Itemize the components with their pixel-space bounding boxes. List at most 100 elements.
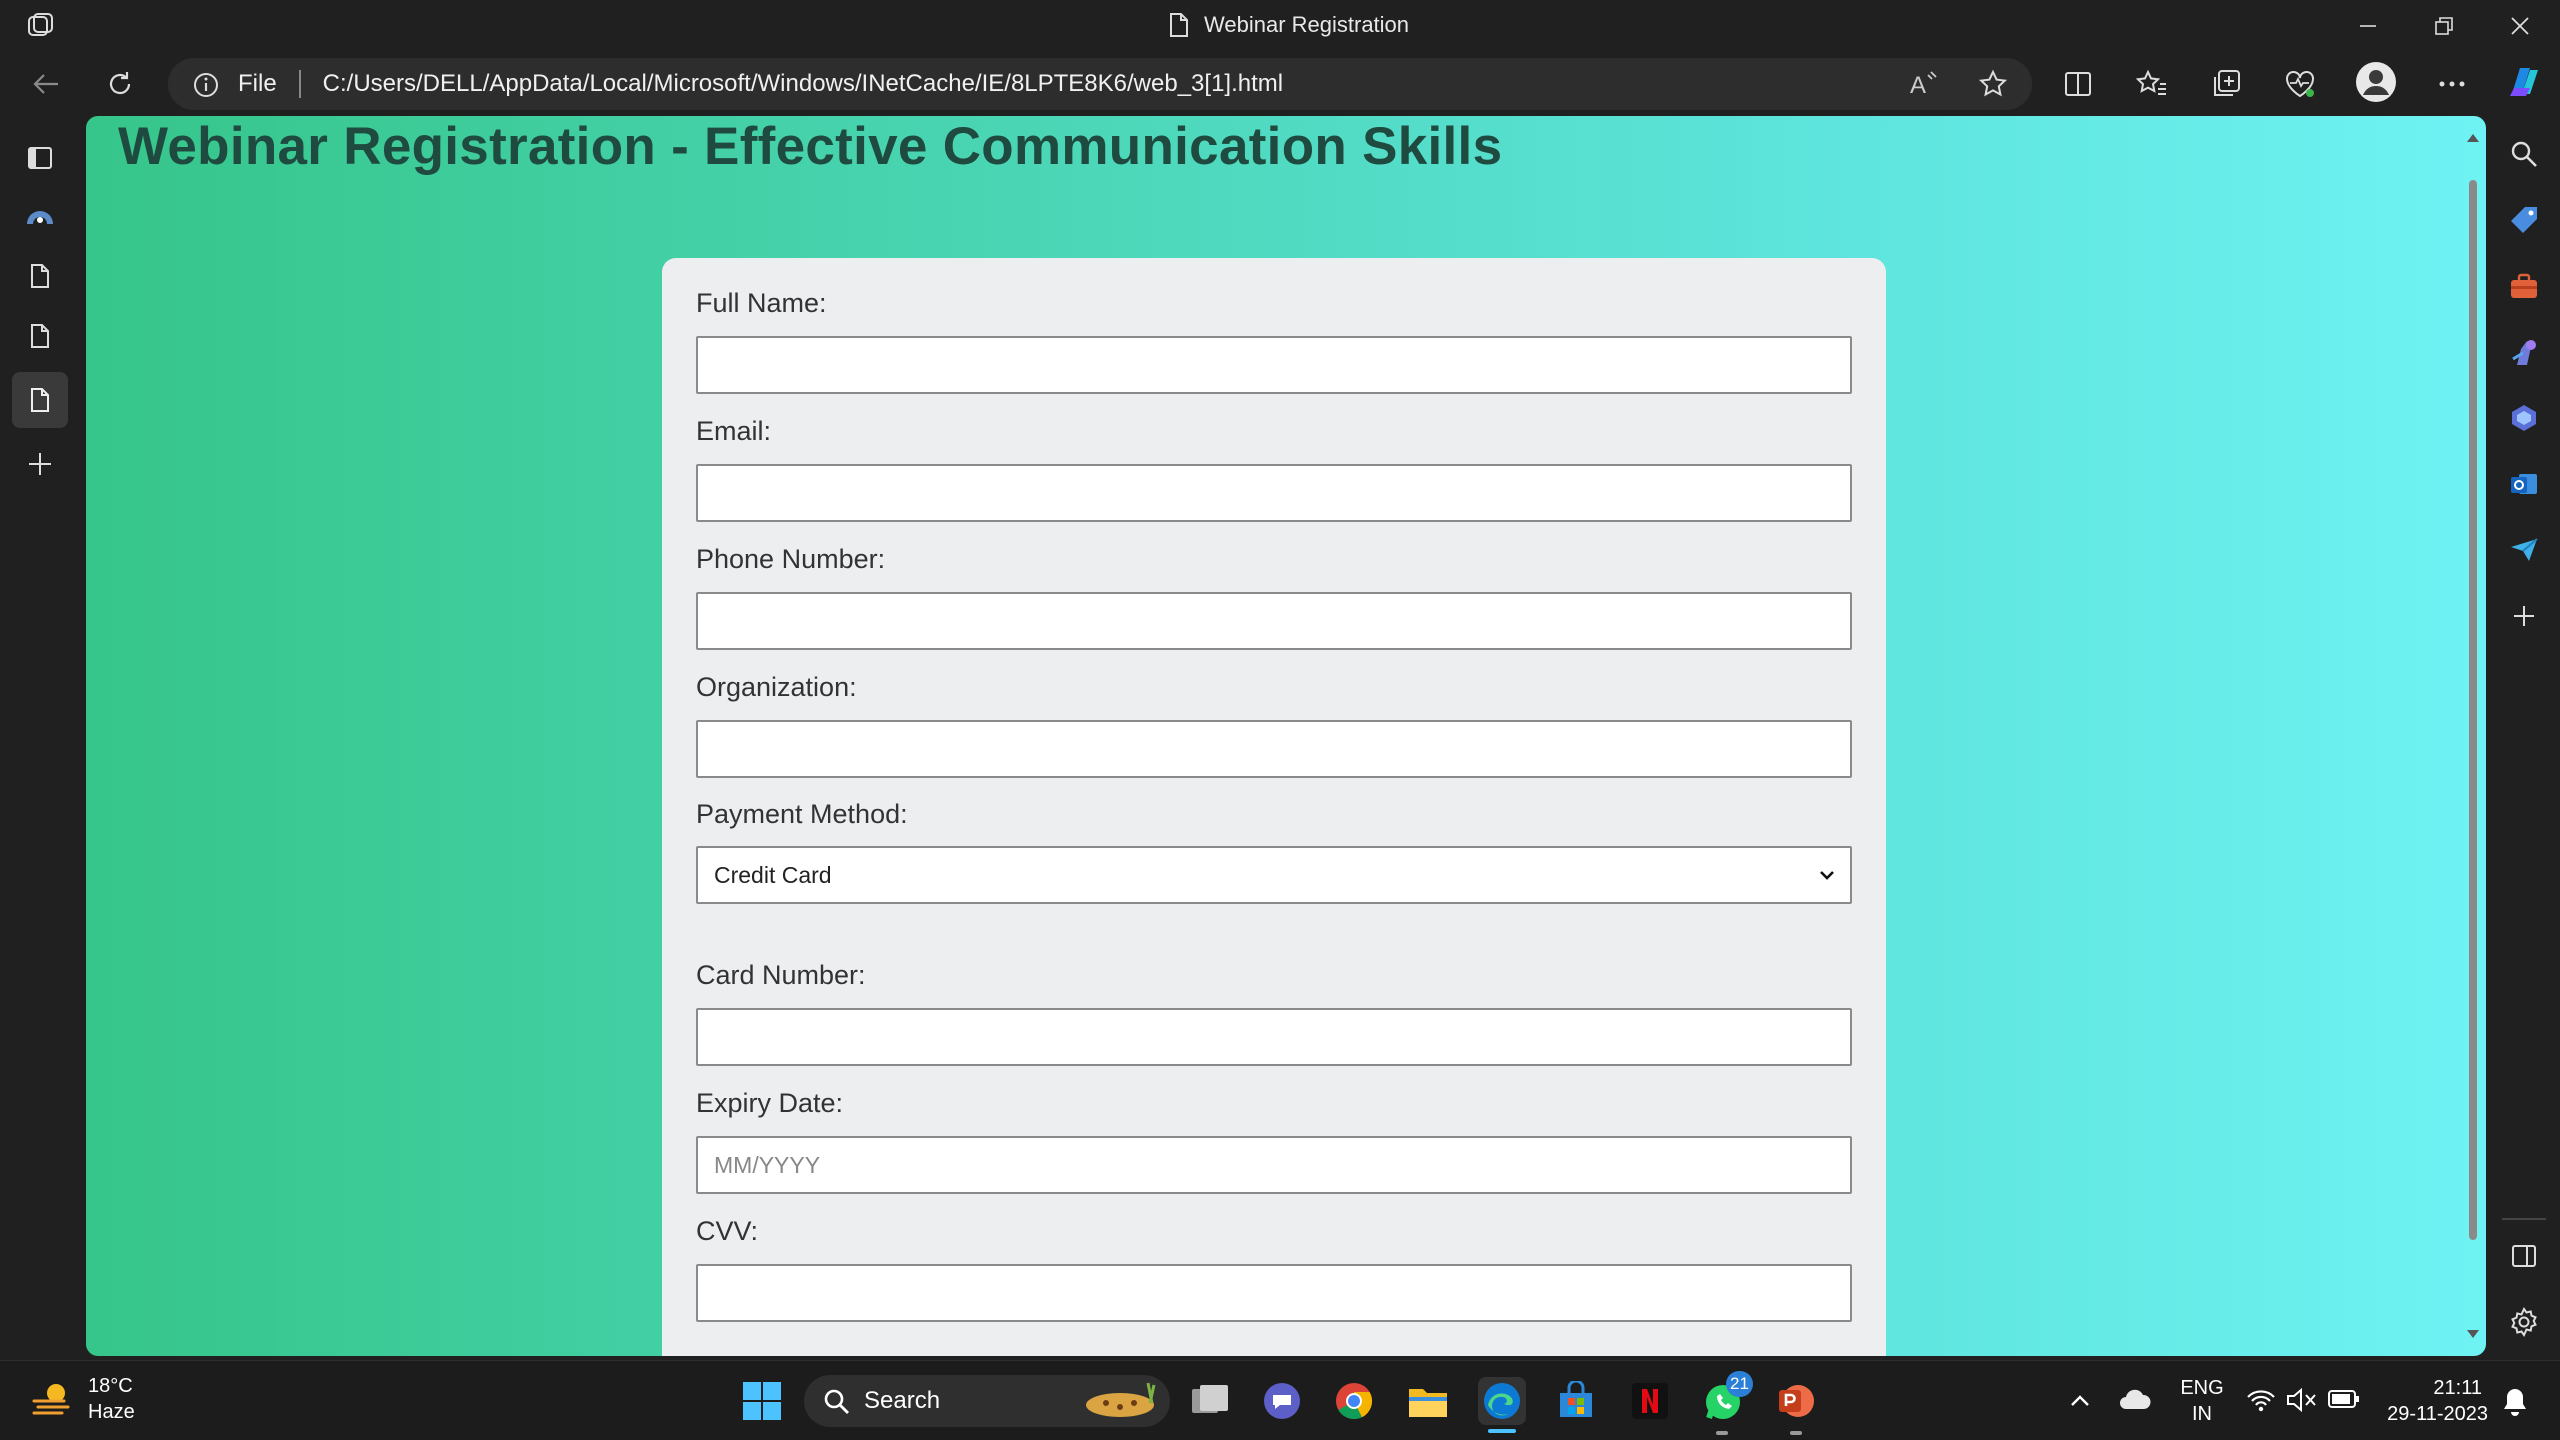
page-scrollbar[interactable]	[2462, 120, 2484, 1352]
powerpoint-running-indicator	[1790, 1431, 1802, 1435]
favorites-icon[interactable]	[2130, 62, 2174, 106]
clock-time: 21:11	[2433, 1377, 2482, 1399]
chevron-down-icon	[1816, 864, 1838, 886]
start-windows-icon[interactable]	[738, 1377, 786, 1425]
settings-gear-icon[interactable]	[2502, 1300, 2546, 1344]
page-title: Webinar Registration - Effective Communi…	[118, 117, 1503, 176]
volume-muted-icon[interactable]	[2286, 1387, 2318, 1413]
office-icon[interactable]	[2502, 396, 2546, 440]
minimize-button[interactable]	[2348, 8, 2388, 44]
keyboard-region: IN	[2192, 1403, 2212, 1425]
tab-actions-icon[interactable]	[18, 136, 62, 180]
new-tab-plus-icon[interactable]	[18, 442, 62, 486]
payment-method-label: Payment Method:	[696, 799, 908, 829]
cvv-label: CVV:	[696, 1216, 759, 1246]
organization-label: Organization:	[696, 672, 857, 702]
shopping-tag-icon[interactable]	[2502, 198, 2546, 242]
payment-method-select[interactable]: Credit Card	[696, 846, 1852, 904]
language-code: ENG	[2180, 1377, 2224, 1399]
whatsapp-running-indicator	[1716, 1431, 1728, 1435]
powerpoint-icon[interactable]	[1772, 1377, 1820, 1425]
weather-widget[interactable]: 18°C Haze	[30, 1373, 135, 1425]
back-arrow-icon[interactable]	[24, 62, 68, 106]
microsoft-store-icon[interactable]	[1552, 1377, 1600, 1425]
search-icon	[822, 1387, 850, 1415]
address-separator	[298, 70, 301, 98]
edge-tab-icon[interactable]	[18, 194, 62, 238]
title-bar: Webinar Registration	[0, 0, 2560, 52]
onedrive-cloud-icon[interactable]	[2118, 1387, 2152, 1411]
copilot-icon[interactable]	[2502, 60, 2546, 104]
protocol-label: File	[238, 70, 277, 97]
registration-form: Full Name: Email: Phone Number: Organiza…	[662, 258, 1886, 1356]
taskbar-search-label: Search	[864, 1387, 941, 1414]
edge-active-indicator	[1488, 1429, 1516, 1433]
file-explorer-icon[interactable]	[1404, 1377, 1452, 1425]
document-icon	[1168, 12, 1190, 38]
phone-number-label: Phone Number:	[696, 544, 886, 574]
expiry-date-label: Expiry Date:	[696, 1088, 844, 1118]
sidebar-divider	[2502, 1218, 2546, 1220]
email-label: Email:	[696, 416, 772, 446]
page-tab-icon[interactable]	[18, 314, 62, 358]
address-bar[interactable]: File C:/Users/DELL/AppData/Local/Microso…	[168, 58, 2032, 110]
window-title-text: Webinar Registration	[1204, 12, 1410, 37]
browser-essentials-icon[interactable]	[2278, 62, 2322, 106]
email-input[interactable]	[696, 464, 1852, 522]
add-icon[interactable]	[2502, 594, 2546, 638]
read-aloud-icon[interactable]: A	[1908, 69, 1940, 99]
card-number-label: Card Number:	[696, 960, 866, 990]
split-screen-icon[interactable]	[2056, 62, 2100, 106]
full-name-input[interactable]	[696, 336, 1852, 394]
search-highlight-illustration-icon	[1080, 1379, 1162, 1423]
card-number-input[interactable]	[696, 1008, 1852, 1066]
outlook-icon[interactable]	[2502, 462, 2546, 506]
taskbar-search-box[interactable]: Search	[804, 1375, 1170, 1427]
full-name-label: Full Name:	[696, 288, 827, 318]
close-button[interactable]	[2500, 8, 2540, 44]
page-tab-icon[interactable]	[18, 254, 62, 298]
phone-number-input[interactable]	[696, 592, 1852, 650]
window-title: Webinar Registration	[1168, 12, 1409, 38]
info-icon[interactable]	[192, 71, 220, 99]
task-view-icon[interactable]	[1186, 1377, 1234, 1425]
battery-icon[interactable]	[2328, 1389, 2360, 1409]
search-icon[interactable]	[2502, 132, 2546, 176]
show-hidden-icons-chevron-icon[interactable]	[2068, 1389, 2092, 1413]
weather-description: Haze	[88, 1401, 135, 1423]
sidebar-toggle-icon[interactable]	[2502, 1234, 2546, 1278]
chrome-icon[interactable]	[1330, 1377, 1378, 1425]
weather-temperature: 18°C	[88, 1375, 133, 1397]
restore-button[interactable]	[2424, 8, 2464, 44]
netflix-icon[interactable]	[1626, 1377, 1674, 1425]
language-indicator[interactable]: ENG IN	[2176, 1375, 2228, 1427]
page-tab-active-icon[interactable]	[12, 372, 68, 428]
clock[interactable]: 21:11 29-11-2023	[2378, 1375, 2488, 1427]
favorite-star-icon[interactable]	[1978, 69, 2008, 99]
svg-text:A: A	[1910, 72, 1926, 99]
clock-date: 29-11-2023	[2387, 1403, 2488, 1425]
more-options-icon[interactable]	[2430, 62, 2474, 106]
refresh-icon[interactable]	[98, 62, 142, 106]
collections-icon[interactable]	[2204, 62, 2248, 106]
page-viewport: Webinar Registration - Effective Communi…	[86, 116, 2486, 1356]
whatsapp-icon[interactable]: 21	[1700, 1371, 1753, 1425]
cvv-input[interactable]	[696, 1264, 1852, 1322]
tools-icon[interactable]	[2502, 264, 2546, 308]
vertical-tabs-bar	[0, 116, 84, 1360]
whatsapp-notification-badge: 21	[1726, 1371, 1753, 1397]
games-icon[interactable]	[2502, 330, 2546, 374]
windows-taskbar: 18°C Haze Search 21 ENG IN 21:11 29-11-2…	[0, 1360, 2560, 1440]
url-text[interactable]: C:/Users/DELL/AppData/Local/Microsoft/Wi…	[323, 70, 1283, 98]
teams-chat-icon[interactable]	[1258, 1377, 1306, 1425]
tab-actions-menu-icon[interactable]	[26, 12, 56, 40]
profile-icon[interactable]	[2354, 60, 2398, 104]
wifi-icon[interactable]	[2246, 1387, 2276, 1413]
organization-input[interactable]	[696, 720, 1852, 778]
expiry-date-input[interactable]	[696, 1136, 1852, 1194]
payment-method-selected: Credit Card	[714, 861, 832, 888]
send-icon[interactable]	[2502, 528, 2546, 572]
edge-browser-icon[interactable]	[1478, 1377, 1526, 1425]
browser-toolbar: File C:/Users/DELL/AppData/Local/Microso…	[0, 52, 2560, 116]
notification-bell-icon[interactable]	[2500, 1385, 2530, 1417]
